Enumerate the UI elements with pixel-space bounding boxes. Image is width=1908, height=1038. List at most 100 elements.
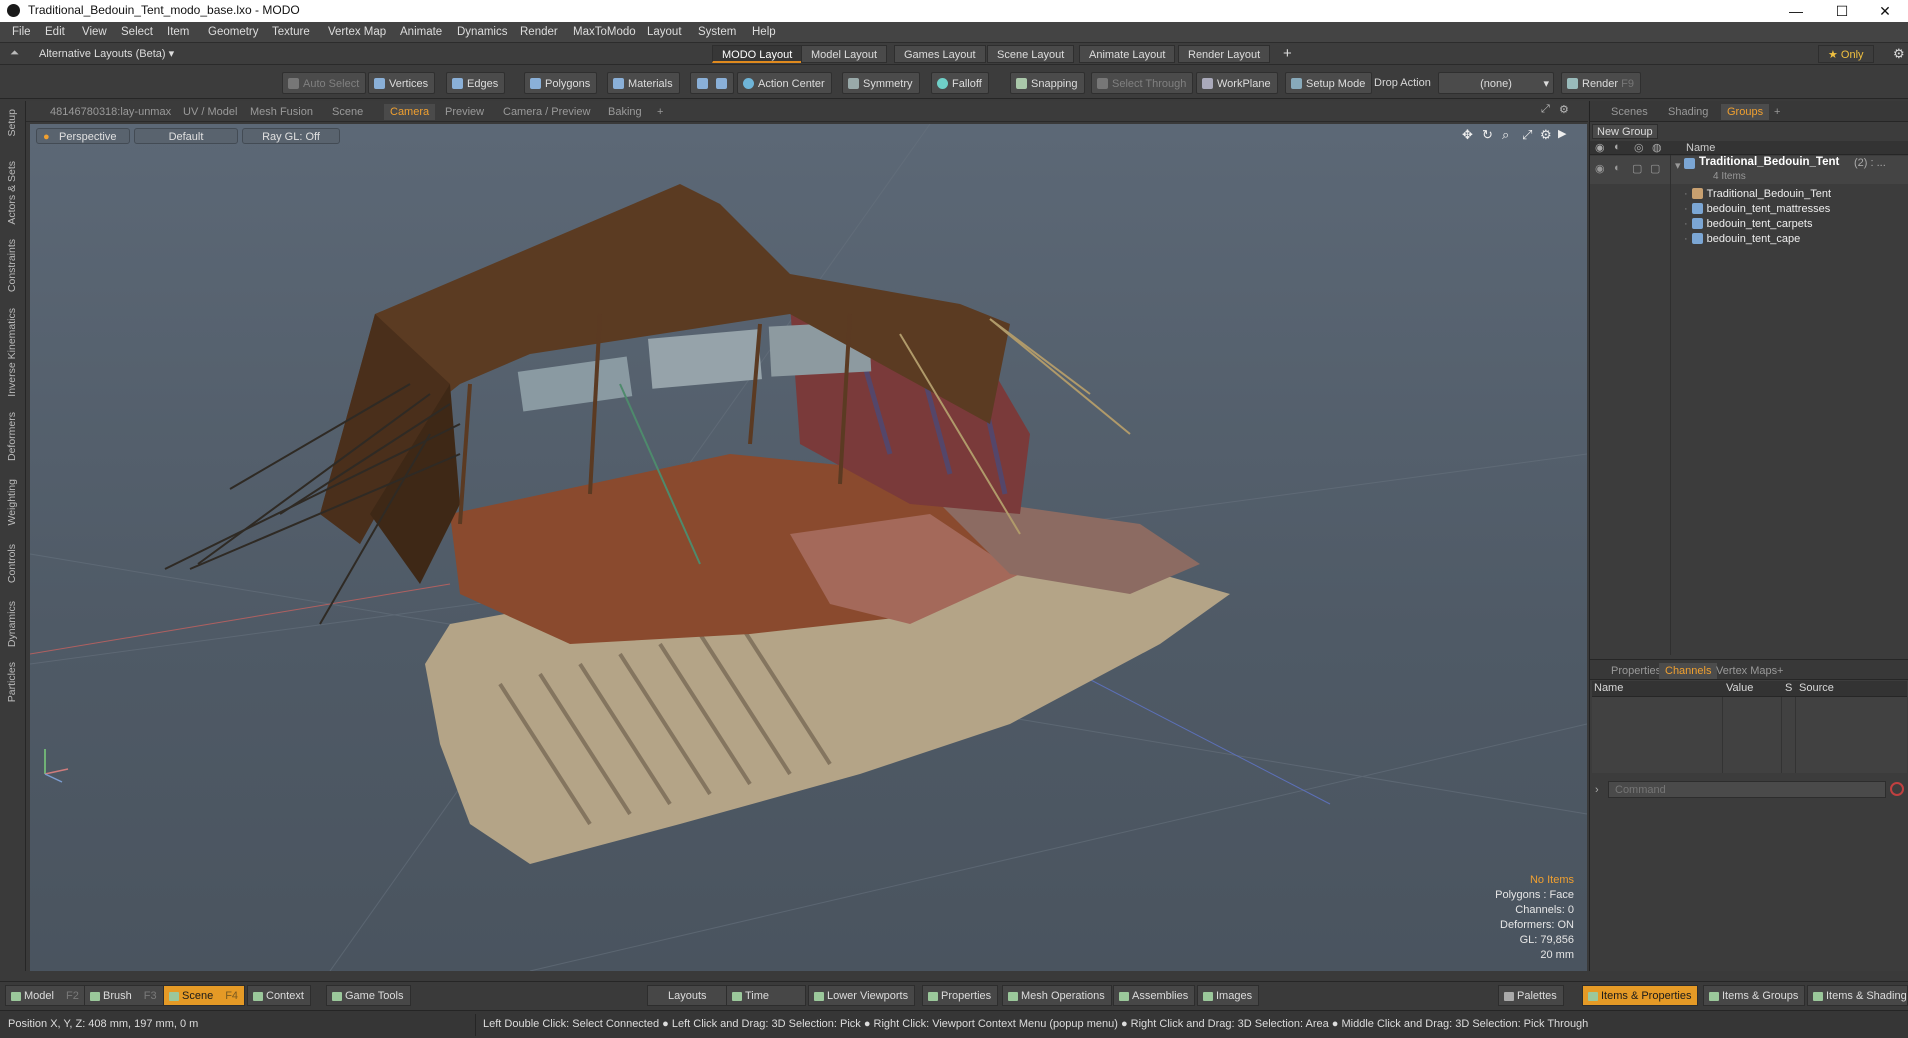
select-through-button[interactable]: Select Through xyxy=(1091,72,1194,94)
left-tab-dynamics[interactable]: Dynamics xyxy=(6,601,18,647)
left-tab-controls[interactable]: Controls xyxy=(6,544,18,583)
menu-animate[interactable]: Animate xyxy=(400,26,442,38)
tab-games-layout[interactable]: Games Layout xyxy=(894,45,986,63)
items-shading-button[interactable]: Items & Shading xyxy=(1807,985,1908,1006)
assemblies-button[interactable]: Assemblies xyxy=(1113,985,1196,1006)
add-viewport-tab-button[interactable]: + xyxy=(651,104,669,120)
lock-toggle-icon[interactable]: ▢ xyxy=(1632,162,1642,175)
tab-camera[interactable]: Camera xyxy=(384,104,436,120)
context-button[interactable]: Context xyxy=(247,985,311,1006)
snapping-button[interactable]: Snapping xyxy=(1010,72,1085,94)
minimize-button[interactable]: — xyxy=(1773,1,1819,21)
setup-mode-button[interactable]: Setup Mode xyxy=(1285,72,1373,94)
expand-arrow-icon[interactable]: ▾ xyxy=(1675,159,1681,172)
action-center-button[interactable]: Action Center xyxy=(737,72,832,94)
lower-viewports-button[interactable]: Lower Viewports xyxy=(808,985,916,1006)
group-row-root[interactable]: ◉ ◐ ▢ ▢ ▾ Traditional_Bedouin_Tent (2) :… xyxy=(1590,156,1908,184)
add-layout-button[interactable]: + xyxy=(1283,45,1292,62)
scene-button[interactable]: Scene F4 xyxy=(163,985,246,1006)
left-tab-setup[interactable]: Setup xyxy=(6,109,18,136)
maximize-button[interactable]: ☐ xyxy=(1819,1,1865,21)
vertices-button[interactable]: Vertices xyxy=(368,72,436,94)
tab-lay-unmax[interactable]: 48146780318:lay-unmax xyxy=(44,104,177,120)
menu-vertex-map[interactable]: Vertex Map xyxy=(328,26,386,38)
menu-system[interactable]: System xyxy=(698,26,736,38)
tab-scenes[interactable]: Scenes xyxy=(1605,104,1654,120)
tab-model-layout[interactable]: Model Layout xyxy=(801,45,888,63)
render-toggle-icon[interactable]: ◐ xyxy=(1614,162,1621,174)
menu-texture[interactable]: Texture xyxy=(272,26,310,38)
left-tab-deformers[interactable]: Deformers xyxy=(6,412,18,461)
left-tab-inverse-kinematics[interactable]: Inverse Kinematics xyxy=(6,308,18,397)
left-tab-weighting[interactable]: Weighting xyxy=(6,479,18,526)
alternative-layouts-dropdown[interactable]: Alternative Layouts (Beta) ▾ xyxy=(39,47,174,60)
selection-sets-button[interactable] xyxy=(690,72,734,94)
tab-baking[interactable]: Baking xyxy=(602,104,648,120)
menu-view[interactable]: View xyxy=(82,26,107,38)
menu-geometry[interactable]: Geometry xyxy=(208,26,259,38)
layout-menu-icon[interactable]: ⏶ xyxy=(10,47,19,60)
add-panel-tab-button[interactable]: + xyxy=(1768,104,1786,120)
lower-viewports-icon xyxy=(814,992,824,1001)
model-button[interactable]: Model F2 xyxy=(5,985,86,1006)
properties-button[interactable]: Properties xyxy=(922,985,999,1006)
layouts-button[interactable]: Layouts xyxy=(647,985,728,1006)
menu-select[interactable]: Select xyxy=(121,26,153,38)
menu-layout[interactable]: Layout xyxy=(647,26,682,38)
tab-shading[interactable]: Shading xyxy=(1662,104,1714,120)
menu-file[interactable]: File xyxy=(12,26,31,38)
game-tools-button[interactable]: Game Tools xyxy=(326,985,411,1006)
command-input[interactable] xyxy=(1608,781,1886,798)
falloff-button[interactable]: Falloff xyxy=(931,72,989,94)
visibility-eye-icon[interactable]: ◉ xyxy=(1595,162,1605,175)
left-tab-particles[interactable]: Particles xyxy=(6,662,18,702)
menu-edit[interactable]: Edit xyxy=(45,26,65,38)
images-button[interactable]: Images xyxy=(1197,985,1260,1006)
left-tab-constraints[interactable]: Constraints xyxy=(6,239,18,292)
menu-render[interactable]: Render xyxy=(520,26,558,38)
brush-button[interactable]: Brush F3 xyxy=(84,985,164,1006)
close-button[interactable]: ✕ xyxy=(1862,1,1908,21)
tab-preview[interactable]: Preview xyxy=(439,104,490,120)
polygons-button[interactable]: Polygons xyxy=(524,72,598,94)
workplane-button[interactable]: WorkPlane xyxy=(1196,72,1278,94)
record-icon[interactable] xyxy=(1890,782,1904,796)
viewport-settings-icon[interactable]: ⚙ xyxy=(1559,103,1569,116)
time-button[interactable]: Time xyxy=(726,985,806,1006)
tab-scene[interactable]: Scene xyxy=(326,104,369,120)
tab-modo-layout[interactable]: MODO Layout xyxy=(712,45,803,63)
mesh-operations-button[interactable]: Mesh Operations xyxy=(1002,985,1112,1006)
items-properties-button[interactable]: Items & Properties xyxy=(1582,985,1699,1006)
edges-button[interactable]: Edges xyxy=(446,72,506,94)
materials-button[interactable]: Materials xyxy=(607,72,680,94)
tab-groups[interactable]: Groups xyxy=(1721,104,1770,120)
tab-camera-preview[interactable]: Camera / Preview xyxy=(497,104,596,120)
menu-help[interactable]: Help xyxy=(752,26,776,38)
tab-render-layout[interactable]: Render Layout xyxy=(1178,45,1271,63)
add-props-tab-button[interactable]: + xyxy=(1771,663,1789,679)
items-groups-button[interactable]: Items & Groups xyxy=(1703,985,1806,1006)
render-button[interactable]: Render F9 xyxy=(1561,72,1641,94)
left-tab-actors-sets[interactable]: Actors & Sets xyxy=(6,161,18,225)
tab-channels[interactable]: Channels xyxy=(1659,663,1718,679)
tab-scene-layout[interactable]: Scene Layout xyxy=(987,45,1075,63)
only-toggle[interactable]: ★ Only xyxy=(1818,45,1874,63)
palettes-button[interactable]: Palettes xyxy=(1498,985,1564,1006)
menu-item[interactable]: Item xyxy=(167,26,189,38)
3d-viewport[interactable]: ● Perspective Default Ray GL: Off ✥ ↻ ⌕ ⤢… xyxy=(30,124,1587,971)
menu-dynamics[interactable]: Dynamics xyxy=(457,26,507,38)
menu-maxtomodo[interactable]: MaxToModo xyxy=(573,26,636,38)
select-toggle-icon[interactable]: ▢ xyxy=(1650,162,1660,175)
tab-animate-layout[interactable]: Animate Layout xyxy=(1079,45,1176,63)
tab-mesh-fusion[interactable]: Mesh Fusion xyxy=(244,104,319,120)
tab-properties[interactable]: Properties xyxy=(1605,663,1667,679)
auto-select-button[interactable]: Auto Select xyxy=(282,72,367,94)
tree-item-cape[interactable]: · bedouin_tent_cape xyxy=(1684,231,1800,248)
symmetry-button[interactable]: Symmetry xyxy=(842,72,920,94)
new-group-button[interactable]: New Group xyxy=(1592,124,1658,139)
drop-action-select[interactable]: (none) ▾ xyxy=(1438,72,1554,94)
viewport-maximize-icon[interactable]: ⤢ xyxy=(1541,103,1550,116)
palettes-icon xyxy=(1504,992,1514,1001)
tab-uv-model[interactable]: UV / Model xyxy=(177,104,243,120)
gear-icon[interactable]: ⚙ xyxy=(1893,46,1905,62)
